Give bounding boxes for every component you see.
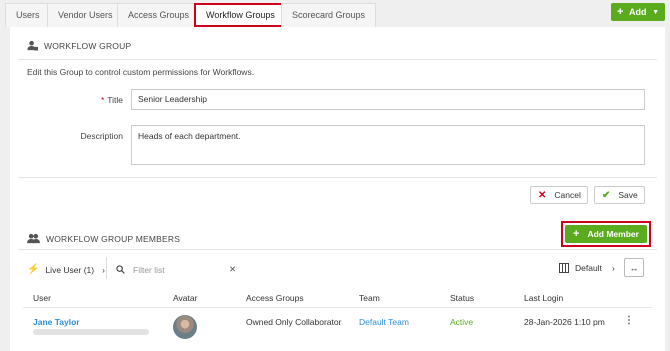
tab-workflow-groups[interactable]: Workflow Groups: [194, 3, 287, 27]
save-button-label: Save: [618, 190, 638, 200]
filter-box: Filter list ✕: [116, 264, 236, 275]
add-button[interactable]: + Add ▼: [611, 3, 665, 21]
workflow-group-header: WORKFLOW GROUP: [27, 40, 131, 51]
save-button[interactable]: ✔ Save: [594, 186, 645, 204]
add-member-highlight: + Add Member: [561, 221, 651, 247]
main-panel: WORKFLOW GROUP Edit this Group to contro…: [10, 27, 665, 351]
plus-icon: +: [617, 6, 624, 18]
tab-vendor-users[interactable]: Vendor Users: [47, 3, 124, 27]
status-badge: Active: [450, 317, 474, 327]
cancel-button-label: Cancel: [554, 190, 581, 200]
live-user-label: Live User (1): [45, 264, 95, 275]
description-field[interactable]: Heads of each department.: [131, 125, 645, 165]
columns-icon: [559, 263, 569, 273]
redacted-email: [33, 329, 149, 335]
add-member-label: Add Member: [587, 229, 639, 239]
live-user-filter[interactable]: ⚡ Live User (1) ›: [27, 264, 105, 275]
divider: [18, 59, 657, 60]
title-field[interactable]: Senior Leadership: [131, 89, 645, 110]
caret-down-icon: ▼: [652, 8, 659, 16]
tab-scorecard-groups[interactable]: Scorecard Groups: [281, 3, 377, 27]
chevron-right-icon: ›: [611, 263, 615, 273]
divider: [18, 249, 657, 250]
column-header-avatar[interactable]: Avatar: [173, 293, 197, 303]
add-button-label: Add: [629, 7, 647, 17]
expand-width-button[interactable]: ↔: [624, 258, 644, 277]
last-login-value: 28-Jan-2026 1:10 pm: [524, 317, 605, 327]
cancel-button[interactable]: ✕ Cancel: [530, 186, 588, 204]
user-group-settings-icon: [27, 40, 38, 51]
add-member-button[interactable]: + Add Member: [565, 225, 647, 243]
team-link[interactable]: Default Team: [359, 317, 409, 327]
required-asterisk: *: [100, 95, 105, 105]
user-name-link[interactable]: Jane Taylor: [33, 317, 80, 327]
check-icon: ✔: [602, 189, 611, 201]
lightning-icon: ⚡: [27, 264, 40, 275]
users-icon: [27, 233, 40, 244]
members-title: WORKFLOW GROUP MEMBERS: [46, 233, 181, 244]
filter-input[interactable]: Filter list: [133, 265, 221, 275]
divider: [23, 307, 652, 308]
access-groups-value: Owned Only Collaborator: [246, 317, 342, 327]
expand-horizontal-icon: ↔: [629, 262, 639, 273]
close-icon: ✕: [538, 189, 547, 201]
clear-filter-icon[interactable]: ✕: [229, 264, 236, 275]
tab-users[interactable]: Users: [5, 3, 51, 27]
avatar: [173, 315, 197, 339]
title-label: * Title: [100, 95, 123, 105]
workflow-group-description: Edit this Group to control custom permis…: [27, 67, 255, 77]
search-icon: [116, 265, 125, 274]
plus-icon: +: [573, 228, 580, 240]
column-header-team[interactable]: Team: [359, 293, 380, 303]
row-menu-icon[interactable]: ⋮: [624, 315, 634, 326]
workflow-group-title: WORKFLOW GROUP: [44, 40, 132, 51]
description-label: Description: [80, 131, 123, 141]
members-header: WORKFLOW GROUP MEMBERS: [27, 233, 180, 244]
column-header-last-login[interactable]: Last Login: [524, 293, 563, 303]
toolbar-divider: [106, 257, 107, 279]
chevron-right-icon: ›: [102, 264, 105, 275]
divider: [18, 177, 657, 178]
column-header-status[interactable]: Status: [450, 293, 474, 303]
tab-access-groups[interactable]: Access Groups: [117, 3, 201, 27]
top-tab-bar: Users Vendor Users Access Groups Workflo…: [0, 0, 670, 27]
column-header-user[interactable]: User: [33, 293, 51, 303]
view-label: Default: [575, 263, 602, 273]
view-selector[interactable]: Default ›: [559, 263, 615, 273]
column-header-access-groups[interactable]: Access Groups: [246, 293, 304, 303]
